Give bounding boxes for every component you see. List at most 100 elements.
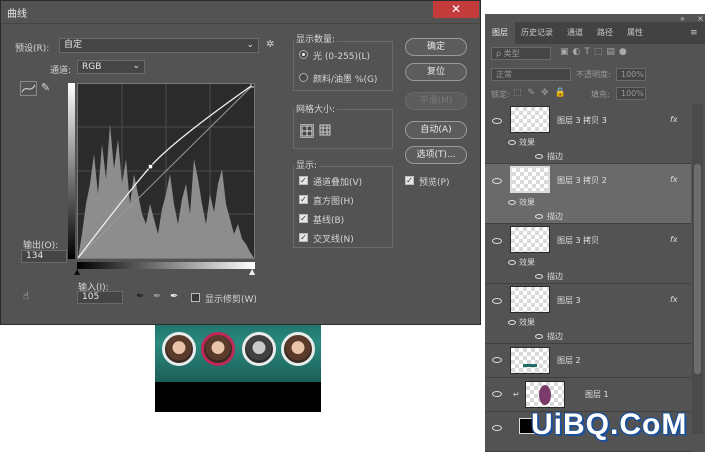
ok-button[interactable]: 确定 [405,38,467,56]
show-clipping-label: 显示修剪(W) [205,295,257,305]
effects-eye-icon[interactable] [508,200,516,205]
visibility-eye-icon[interactable] [492,425,502,431]
reset-button[interactable]: 复位 [405,63,467,81]
tab-history[interactable]: 历史记录 [517,22,557,44]
layer-thumbnail [525,381,565,408]
pigment-radio[interactable] [299,73,308,82]
tab-layers[interactable]: 图层 [485,22,515,44]
visibility-eye-icon[interactable] [492,298,502,304]
preset-select[interactable]: 自定 ⌄ [59,38,259,53]
target-adjust-icon[interactable]: ☝ [23,291,29,302]
layer-thumbnail [510,106,550,133]
lock-label: 锁定: [491,90,510,99]
visibility-eye-icon[interactable] [492,238,502,244]
fx-icon[interactable]: fx [670,295,678,304]
layer-name[interactable]: 图层 1 [585,389,609,400]
fill-label: 填充: [591,90,610,99]
light-radio[interactable] [299,50,308,59]
layer-name[interactable]: 图层 2 [557,355,581,366]
layer-row[interactable]: 图层 3 fx 效果 描边 [485,284,691,344]
portrait-circle [162,332,196,366]
stroke-label: 描边 [547,152,563,161]
tab-channels[interactable]: 通道 [561,22,589,44]
channel-label: 通道: [50,66,72,76]
curve-graph[interactable] [77,83,255,259]
curve-control-point [148,164,153,169]
input-field[interactable]: 105 [77,291,123,304]
portrait-circle [281,332,315,366]
layer-row[interactable]: 图层 3 拷贝 fx 效果 描边 [485,224,691,284]
stroke-label: 描边 [547,212,563,221]
kind-filter[interactable]: ρ 类型 [491,47,551,60]
panel-menu-icon[interactable]: ≡ [690,28,698,38]
grid-simple-icon[interactable] [300,124,314,138]
blend-mode-select[interactable]: 正常 [491,68,571,81]
effects-label: 效果 [519,198,535,207]
fx-icon[interactable]: fx [670,235,678,244]
filter-icons[interactable]: ▣◐T⬚▤● [560,47,631,57]
lock-icons[interactable]: ⬚✎✥🔒 [513,88,572,98]
gray-eyedropper-icon[interactable]: ✒ [153,291,161,302]
white-point-slider[interactable]: ▲ [249,267,255,276]
layer-name[interactable]: 图层 3 拷贝 [557,235,599,246]
portrait-circle [201,332,235,366]
fx-icon[interactable]: fx [670,175,678,184]
panel-tabs: 图层 历史记录 通道 路径 属性 ≡ [485,22,705,44]
visibility-eye-icon[interactable] [492,357,502,363]
channel-select[interactable]: RGB ⌄ [77,60,145,74]
dialog-titlebar[interactable]: 曲线 ✕ [1,1,480,24]
grid-detailed-icon[interactable] [319,124,333,138]
smooth-button[interactable]: 平滑(M) [405,92,467,110]
stroke-eye-icon[interactable] [535,274,543,279]
stroke-eye-icon[interactable] [535,154,543,159]
layer-name[interactable]: 图层 3 拷贝 2 [557,175,607,186]
layers-scrollbar[interactable] [692,104,703,434]
pigment-label: 颜料/油墨 %(G) [313,75,378,85]
stroke-eye-icon[interactable] [535,214,543,219]
white-eyedropper-icon[interactable]: ✒ [170,291,178,302]
input-gradient-bar [77,262,255,269]
auto-button[interactable]: 自动(A) [405,121,467,139]
stroke-eye-icon[interactable] [535,334,543,339]
baseline-checkbox[interactable]: ✓ [299,214,308,223]
black-point-slider[interactable]: ▲ [74,267,80,276]
layer-row[interactable]: 图层 2 [485,344,691,378]
effects-label: 效果 [519,318,535,327]
layer-row[interactable]: ↵ 图层 1 [485,378,691,412]
visibility-eye-icon[interactable] [492,118,502,124]
tab-properties[interactable]: 属性 [621,22,649,44]
stroke-label: 描边 [547,332,563,341]
histogram-label: 直方图(H) [313,197,354,207]
layer-row[interactable]: 图层 3 拷贝 3 fx 效果 描边 [485,104,691,164]
preview-checkbox[interactable]: ✓ [405,176,414,185]
output-field[interactable]: 134 [21,250,67,263]
layer-row-selected[interactable]: 图层 3 拷贝 2 fx 效果 描边 [485,164,691,224]
tab-paths[interactable]: 路径 [591,22,619,44]
channel-overlay-checkbox[interactable]: ✓ [299,176,308,185]
fx-icon[interactable]: fx [670,115,678,124]
curve-tool-icon[interactable] [20,81,37,96]
pencil-icon[interactable]: ✎ [41,81,50,94]
layer-thumbnail [510,226,550,253]
preset-value: 自定 [64,40,83,50]
histogram-checkbox[interactable]: ✓ [299,195,308,204]
close-button[interactable]: ✕ [433,1,479,18]
opacity-field[interactable]: 100% [616,68,646,81]
effects-eye-icon[interactable] [508,140,516,145]
options-button[interactable]: 选项(T)... [405,146,467,164]
layer-name[interactable]: 图层 3 [557,295,581,306]
preset-label: 预设(R): [15,44,50,54]
visibility-eye-icon[interactable] [492,178,502,184]
clipping-mask-icon: ↵ [513,390,520,399]
gear-icon[interactable]: ✲ [266,39,274,50]
stroke-label: 描边 [547,272,563,281]
effects-eye-icon[interactable] [508,320,516,325]
black-eyedropper-icon[interactable]: ✒ [136,291,144,302]
visibility-eye-icon[interactable] [492,391,502,397]
layer-name[interactable]: 图层 3 拷贝 3 [557,115,607,126]
effects-eye-icon[interactable] [508,260,516,265]
show-clipping-checkbox[interactable] [191,293,200,302]
layer-thumbnail [510,286,550,313]
fill-field[interactable]: 100% [616,87,646,100]
intersection-checkbox[interactable]: ✓ [299,233,308,242]
